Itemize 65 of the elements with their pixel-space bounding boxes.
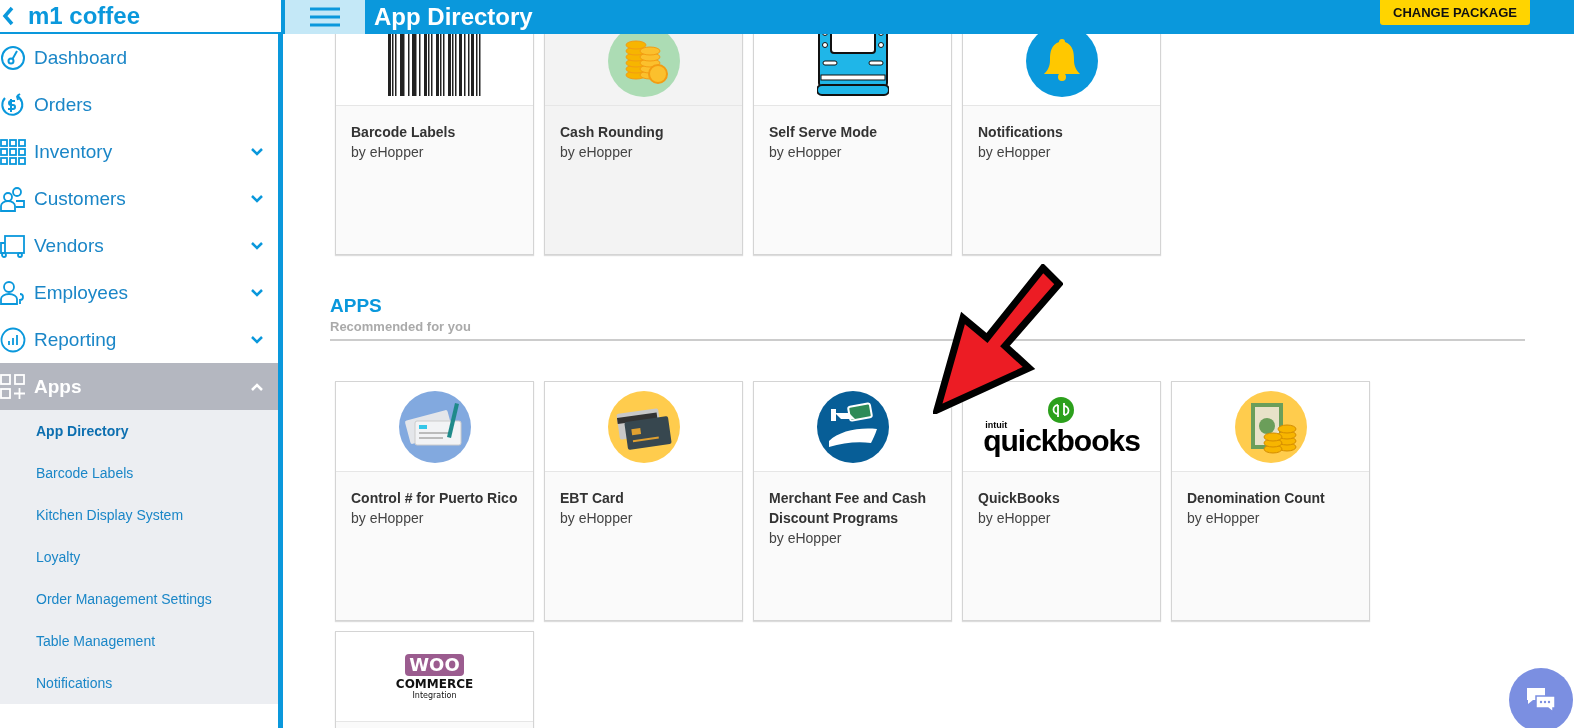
chat-bubbles-icon <box>1525 686 1557 714</box>
app-card[interactable]: Barcode Labels by eHopper <box>335 34 534 255</box>
app-vendor: by eHopper <box>769 143 843 162</box>
change-package-button[interactable]: CHANGE PACKAGE <box>1380 0 1530 25</box>
chevron-icon[interactable] <box>250 193 264 204</box>
app-card[interactable]: Cash Rounding by eHopper <box>544 34 743 255</box>
menu-icon <box>309 7 341 27</box>
submenu-link[interactable]: Barcode Labels <box>0 452 278 494</box>
app-title: Notifications <box>978 123 1064 142</box>
barcode-icon <box>387 34 482 96</box>
sidebar-item[interactable]: Dashboard <box>0 34 278 81</box>
app-vendor: by eHopper <box>351 509 425 528</box>
submenu-link[interactable]: Table Management <box>0 620 278 662</box>
app-vendor: by eHopper <box>560 143 634 162</box>
app-card[interactable]: Control # for Puerto Rico by eHopper <box>335 381 534 621</box>
section-heading: APPS <box>330 295 383 317</box>
app-vendor: by eHopper <box>978 143 1052 162</box>
chevron-icon[interactable] <box>250 287 264 298</box>
money-coins-icon <box>1234 390 1307 463</box>
app-card[interactable]: Denomination Count by eHopper <box>1171 381 1370 621</box>
section-subtitle: Recommended for you <box>330 319 472 334</box>
submenu-link[interactable]: Loyalty <box>0 536 278 578</box>
app-card[interactable]: WOO COMMERCE Integration <box>335 631 534 728</box>
kiosk-icon <box>816 34 889 97</box>
app-card[interactable]: Self Serve Mode by eHopper <box>753 34 952 255</box>
sidebar-item[interactable]: Inventory <box>0 128 278 175</box>
chevron-icon[interactable] <box>250 334 264 345</box>
app-title: Merchant Fee and Cash Discount Programs <box>769 489 928 528</box>
app-title: QuickBooks <box>978 489 1061 508</box>
app-title: Cash Rounding <box>560 123 665 142</box>
apps-icon <box>0 373 26 400</box>
store-name: m1 coffee <box>28 4 141 28</box>
hand-card-icon <box>816 390 889 463</box>
app-title: Barcode Labels <box>351 123 457 142</box>
app-vendor: by eHopper <box>351 143 425 162</box>
sidebar-item[interactable]: Employees <box>0 269 278 316</box>
sidebar-item[interactable]: Reporting <box>0 316 278 363</box>
submenu-link[interactable]: Notifications <box>0 662 278 704</box>
woocommerce-logo: WOO COMMERCE Integration <box>395 653 474 700</box>
page-title: App Directory <box>374 3 533 31</box>
check-pen-icon <box>398 390 471 463</box>
back-chevron-icon[interactable] <box>2 6 14 26</box>
sidebar-item[interactable]: Vendors <box>0 222 278 269</box>
chevron-icon[interactable] <box>250 146 264 157</box>
chat-button[interactable] <box>1509 668 1573 728</box>
app-title: EBT Card <box>560 489 625 508</box>
app-vendor: by eHopper <box>978 509 1052 528</box>
app-title: Control # for Puerto Rico <box>351 489 518 508</box>
credit-cards-icon <box>607 390 680 463</box>
app-vendor: by eHopper <box>769 529 843 548</box>
chevron-icon[interactable] <box>250 240 264 251</box>
submenu-link[interactable]: App Directory <box>0 410 278 452</box>
app-card[interactable]: Merchant Fee and Cash Discount Programs by eHopper <box>753 381 952 621</box>
submenu-link[interactable]: Kitchen Display System <box>0 494 278 536</box>
app-vendor: by eHopper <box>1187 509 1261 528</box>
app-vendor: by eHopper <box>560 509 634 528</box>
coins-icon <box>607 34 680 97</box>
sidebar-item[interactable]: Customers <box>0 175 278 222</box>
app-card[interactable]: Notifications by eHopper <box>962 34 1161 255</box>
app-title: Denomination Count <box>1187 489 1326 508</box>
app-title: Self Serve Mode <box>769 123 879 142</box>
sidebar-item[interactable]: Orders <box>0 81 278 128</box>
menu-button[interactable] <box>285 0 365 34</box>
app-card[interactable]: EBT Card by eHopper <box>544 381 743 621</box>
submenu-link[interactable]: Order Management Settings <box>0 578 278 620</box>
